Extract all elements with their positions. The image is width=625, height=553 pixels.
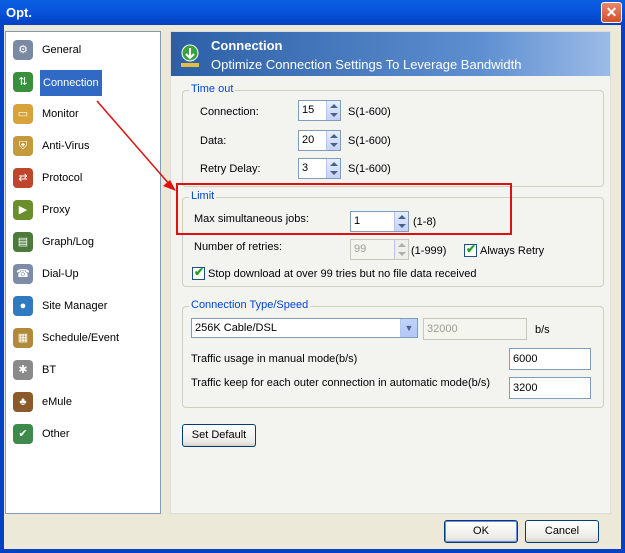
- annotation-arrow: [96, 100, 176, 191]
